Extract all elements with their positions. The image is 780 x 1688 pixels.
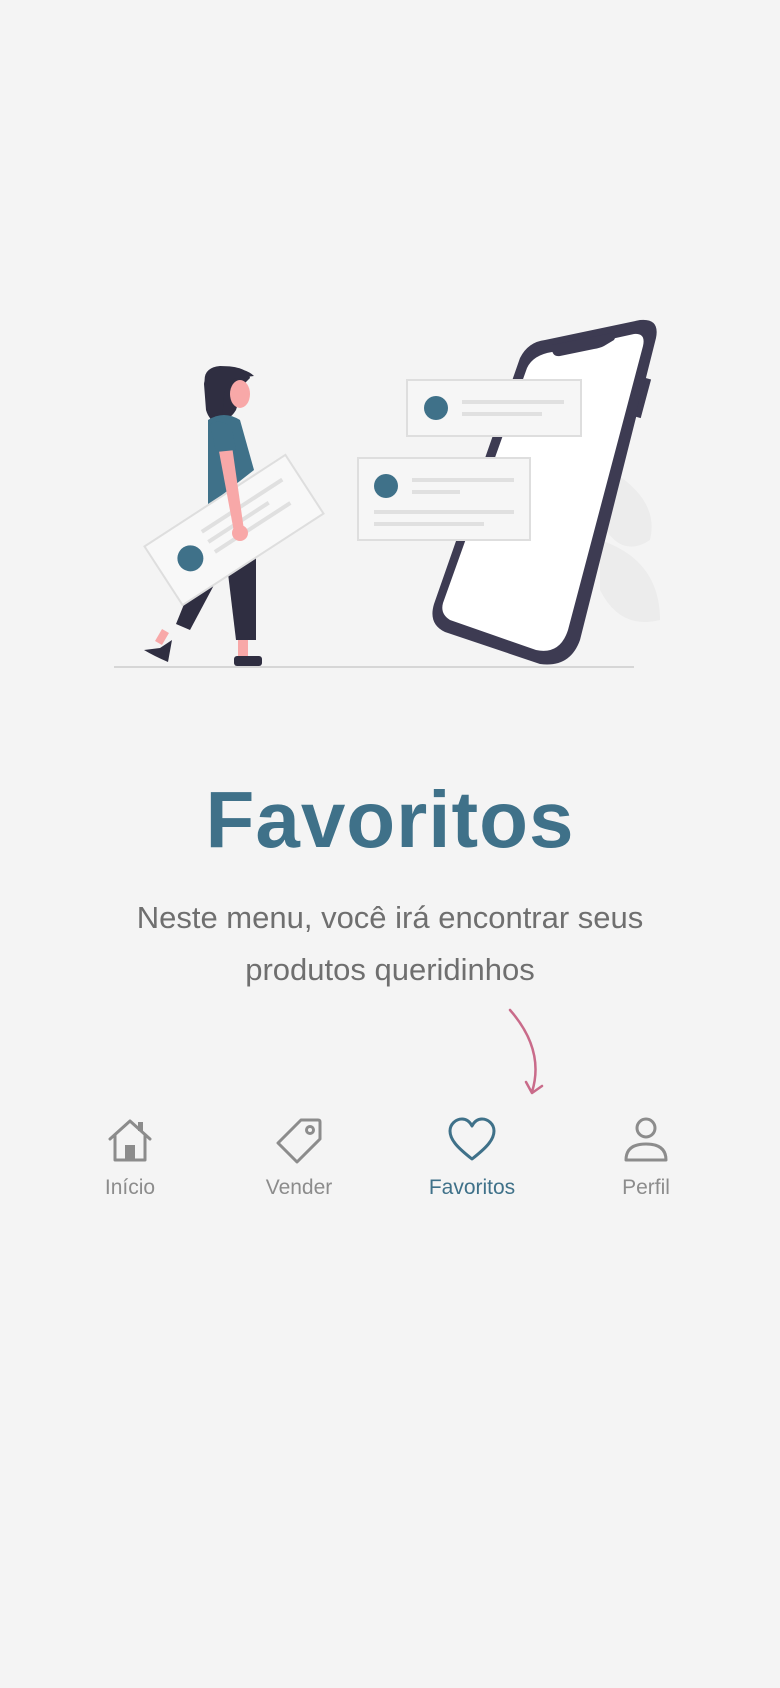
tab-perfil-label: Perfil xyxy=(622,1176,670,1199)
onboarding-screen: Favoritos Neste menu, você irá encontrar… xyxy=(0,0,780,1688)
pointer-arrow-icon xyxy=(508,1008,544,1095)
tab-inicio-label: Início xyxy=(104,1176,156,1199)
tab-favoritos-label: Favoritos xyxy=(428,1176,516,1199)
tab-vender[interactable]: Vender xyxy=(219,1110,379,1220)
user-icon xyxy=(624,1117,668,1162)
bottom-tab-bar: Início Vender Favoritos Perfil xyxy=(0,1110,780,1220)
notification-card-top xyxy=(406,379,582,437)
favorites-illustration xyxy=(114,319,660,668)
description-text: Neste menu, você irá encontrar seus prod… xyxy=(136,900,644,987)
home-icon xyxy=(108,1119,152,1162)
tag-icon xyxy=(276,1118,322,1164)
page-title: Favoritos xyxy=(205,775,575,864)
decor-shape xyxy=(600,540,660,622)
tab-perfil[interactable]: Perfil xyxy=(566,1110,726,1220)
woman-illustration xyxy=(143,366,325,666)
tab-inicio[interactable]: Início xyxy=(50,1110,210,1220)
notification-card-middle xyxy=(357,457,531,541)
heart-icon xyxy=(448,1117,496,1161)
tab-vender-label: Vender xyxy=(265,1176,333,1199)
tab-favoritos[interactable]: Favoritos xyxy=(392,1110,552,1220)
